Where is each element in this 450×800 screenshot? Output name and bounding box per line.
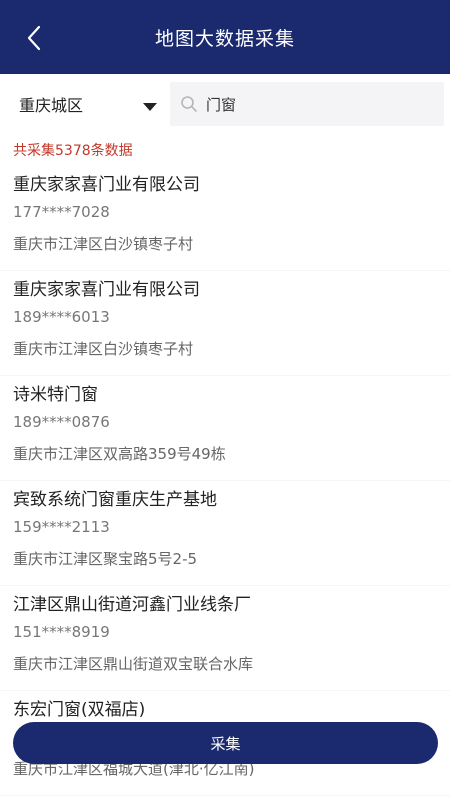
city-label: 重庆城区 (19, 96, 84, 115)
chevron-left-icon (27, 25, 41, 51)
company-phone: 189****6013 (13, 308, 110, 326)
list-item[interactable]: 宾致系统门窗重庆生产基地 159****2113 重庆市江津区聚宝路5号2-5 (0, 481, 450, 586)
company-name: 重庆家家喜门业有限公司 (13, 280, 200, 300)
result-count: 共采集5378条数据 (13, 143, 133, 159)
company-address: 重庆市江津区白沙镇枣子村 (13, 235, 194, 253)
search-value: 门窗 (206, 95, 237, 114)
company-address: 重庆市江津区双高路359号49栋 (13, 445, 226, 463)
search-icon (180, 95, 198, 113)
filter-bar: 重庆城区 门窗 (0, 74, 450, 132)
company-phone: 151****8919 (13, 623, 110, 641)
company-name: 重庆家家喜门业有限公司 (13, 175, 200, 195)
company-name: 江津区鼎山街道河鑫门业线条厂 (13, 595, 251, 615)
collect-button[interactable]: 采集 (13, 722, 438, 764)
list-item[interactable]: 诗米特门窗 189****0876 重庆市江津区双高路359号49栋 (0, 376, 450, 481)
company-name: 诗米特门窗 (13, 385, 98, 405)
company-name: 东宏门窗(双福店) (13, 700, 146, 720)
company-phone: 189****0876 (13, 413, 110, 431)
list-item[interactable]: 重庆家家喜门业有限公司 189****6013 重庆市江津区白沙镇枣子村 (0, 271, 450, 376)
page-title: 地图大数据采集 (154, 27, 295, 50)
company-address: 重庆市江津区聚宝路5号2-5 (13, 550, 198, 568)
city-select[interactable]: 重庆城区 (0, 82, 170, 126)
company-name: 宾致系统门窗重庆生产基地 (13, 490, 217, 510)
caret-down-icon (143, 103, 157, 111)
result-list: 重庆家家喜门业有限公司 177****7028 重庆市江津区白沙镇枣子村 重庆家… (0, 166, 450, 796)
company-address: 重庆市江津区白沙镇枣子村 (13, 340, 194, 358)
company-phone: 159****2113 (13, 518, 110, 536)
back-button[interactable] (14, 20, 54, 56)
list-item[interactable]: 江津区鼎山街道河鑫门业线条厂 151****8919 重庆市江津区鼎山街道双宝联… (0, 586, 450, 691)
company-address: 重庆市江津区鼎山街道双宝联合水库 (13, 655, 254, 673)
list-item[interactable]: 重庆家家喜门业有限公司 177****7028 重庆市江津区白沙镇枣子村 (0, 166, 450, 271)
app-header: 地图大数据采集 (0, 0, 450, 74)
search-input[interactable]: 门窗 (170, 82, 444, 126)
company-phone: 177****7028 (13, 203, 110, 221)
